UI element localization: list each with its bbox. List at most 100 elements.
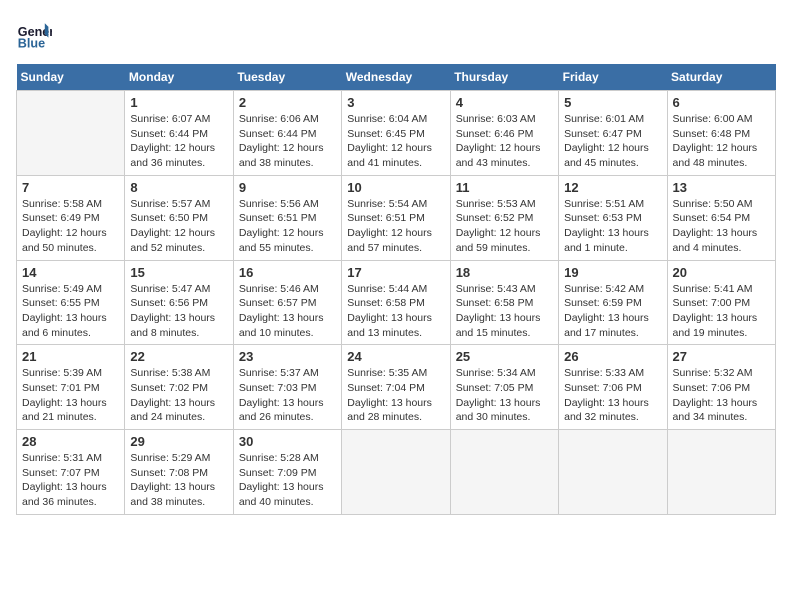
- day-number: 19: [564, 265, 661, 280]
- day-info: Sunrise: 5:53 AM Sunset: 6:52 PM Dayligh…: [456, 197, 553, 256]
- day-info: Sunrise: 5:32 AM Sunset: 7:06 PM Dayligh…: [673, 366, 770, 425]
- calendar-week-row: 14 Sunrise: 5:49 AM Sunset: 6:55 PM Dayli…: [17, 260, 776, 345]
- calendar-cell: 29Sunrise: 5:29 AM Sunset: 7:08 PM Dayli…: [125, 430, 233, 515]
- day-info: Sunrise: 5:54 AM Sunset: 6:51 PM Dayligh…: [347, 197, 444, 256]
- logo: General Blue: [16, 16, 52, 52]
- day-info: Sunrise: 5:51 AM Sunset: 6:53 PM Dayligh…: [564, 197, 661, 256]
- calendar-cell: 28 Sunrise: 5:31 AM Sunset: 7:07 PM Dayli…: [17, 430, 125, 515]
- calendar-cell: 25 Sunrise: 5:34 AM Sunset: 7:05 PM Dayli…: [450, 345, 558, 430]
- calendar-cell: 8Sunrise: 5:57 AM Sunset: 6:50 PM Daylig…: [125, 175, 233, 260]
- header-monday: Monday: [125, 64, 233, 91]
- calendar-cell: 27 Sunrise: 5:32 AM Sunset: 7:06 PM Dayli…: [667, 345, 775, 430]
- calendar-cell: 19 Sunrise: 5:42 AM Sunset: 6:59 PM Dayli…: [559, 260, 667, 345]
- day-number: 22: [130, 349, 227, 364]
- calendar-cell: 2Sunrise: 6:06 AM Sunset: 6:44 PM Daylig…: [233, 91, 341, 176]
- header-thursday: Thursday: [450, 64, 558, 91]
- day-info: Sunrise: 5:46 AM Sunset: 6:57 PM Dayligh…: [239, 282, 336, 341]
- header-saturday: Saturday: [667, 64, 775, 91]
- day-info: Sunrise: 5:49 AM Sunset: 6:55 PM Dayligh…: [22, 282, 119, 341]
- day-number: 17: [347, 265, 444, 280]
- day-info: Sunrise: 5:29 AM Sunset: 7:08 PM Dayligh…: [130, 451, 227, 510]
- calendar-cell: 13 Sunrise: 5:50 AM Sunset: 6:54 PM Dayli…: [667, 175, 775, 260]
- calendar-cell: 18 Sunrise: 5:43 AM Sunset: 6:58 PM Dayli…: [450, 260, 558, 345]
- day-info: Sunrise: 5:31 AM Sunset: 7:07 PM Dayligh…: [22, 451, 119, 510]
- day-info: Sunrise: 5:57 AM Sunset: 6:50 PM Dayligh…: [130, 197, 227, 256]
- day-number: 26: [564, 349, 661, 364]
- day-number: 10: [347, 180, 444, 195]
- day-info: Sunrise: 6:06 AM Sunset: 6:44 PM Dayligh…: [239, 112, 336, 171]
- day-number: 27: [673, 349, 770, 364]
- page-header: General Blue: [16, 16, 776, 52]
- calendar-week-row: 7Sunrise: 5:58 AM Sunset: 6:49 PM Daylig…: [17, 175, 776, 260]
- day-info: Sunrise: 5:47 AM Sunset: 6:56 PM Dayligh…: [130, 282, 227, 341]
- day-number: 5: [564, 95, 661, 110]
- day-info: Sunrise: 5:39 AM Sunset: 7:01 PM Dayligh…: [22, 366, 119, 425]
- calendar-cell: [17, 91, 125, 176]
- calendar-cell: 9 Sunrise: 5:56 AM Sunset: 6:51 PM Daylig…: [233, 175, 341, 260]
- day-number: 23: [239, 349, 336, 364]
- header-friday: Friday: [559, 64, 667, 91]
- day-number: 7: [22, 180, 119, 195]
- day-info: Sunrise: 5:44 AM Sunset: 6:58 PM Dayligh…: [347, 282, 444, 341]
- day-info: Sunrise: 5:37 AM Sunset: 7:03 PM Dayligh…: [239, 366, 336, 425]
- day-info: Sunrise: 6:04 AM Sunset: 6:45 PM Dayligh…: [347, 112, 444, 171]
- day-info: Sunrise: 6:00 AM Sunset: 6:48 PM Dayligh…: [673, 112, 770, 171]
- calendar-cell: 16 Sunrise: 5:46 AM Sunset: 6:57 PM Dayli…: [233, 260, 341, 345]
- calendar-cell: [450, 430, 558, 515]
- day-number: 1: [130, 95, 227, 110]
- calendar-cell: 20 Sunrise: 5:41 AM Sunset: 7:00 PM Dayli…: [667, 260, 775, 345]
- day-number: 18: [456, 265, 553, 280]
- calendar-cell: 10 Sunrise: 5:54 AM Sunset: 6:51 PM Dayli…: [342, 175, 450, 260]
- calendar-cell: 1 Sunrise: 6:07 AM Sunset: 6:44 PM Daylig…: [125, 91, 233, 176]
- calendar-week-row: 28 Sunrise: 5:31 AM Sunset: 7:07 PM Dayli…: [17, 430, 776, 515]
- day-number: 3: [347, 95, 444, 110]
- day-info: Sunrise: 5:33 AM Sunset: 7:06 PM Dayligh…: [564, 366, 661, 425]
- calendar-cell: 11 Sunrise: 5:53 AM Sunset: 6:52 PM Dayli…: [450, 175, 558, 260]
- calendar-cell: [667, 430, 775, 515]
- day-info: Sunrise: 5:34 AM Sunset: 7:05 PM Dayligh…: [456, 366, 553, 425]
- calendar-cell: 6 Sunrise: 6:00 AM Sunset: 6:48 PM Daylig…: [667, 91, 775, 176]
- calendar-week-row: 21 Sunrise: 5:39 AM Sunset: 7:01 PM Dayli…: [17, 345, 776, 430]
- day-number: 13: [673, 180, 770, 195]
- day-number: 21: [22, 349, 119, 364]
- calendar-cell: 24 Sunrise: 5:35 AM Sunset: 7:04 PM Dayli…: [342, 345, 450, 430]
- day-number: 11: [456, 180, 553, 195]
- day-number: 28: [22, 434, 119, 449]
- calendar-cell: 17 Sunrise: 5:44 AM Sunset: 6:58 PM Dayli…: [342, 260, 450, 345]
- day-number: 20: [673, 265, 770, 280]
- day-number: 25: [456, 349, 553, 364]
- day-number: 6: [673, 95, 770, 110]
- day-info: Sunrise: 5:41 AM Sunset: 7:00 PM Dayligh…: [673, 282, 770, 341]
- calendar-cell: 7Sunrise: 5:58 AM Sunset: 6:49 PM Daylig…: [17, 175, 125, 260]
- day-number: 16: [239, 265, 336, 280]
- calendar-cell: 26 Sunrise: 5:33 AM Sunset: 7:06 PM Dayli…: [559, 345, 667, 430]
- day-info: Sunrise: 5:35 AM Sunset: 7:04 PM Dayligh…: [347, 366, 444, 425]
- day-number: 24: [347, 349, 444, 364]
- day-info: Sunrise: 5:43 AM Sunset: 6:58 PM Dayligh…: [456, 282, 553, 341]
- day-info: Sunrise: 5:42 AM Sunset: 6:59 PM Dayligh…: [564, 282, 661, 341]
- logo-icon: General Blue: [16, 16, 52, 52]
- calendar-cell: 4 Sunrise: 6:03 AM Sunset: 6:46 PM Daylig…: [450, 91, 558, 176]
- day-info: Sunrise: 6:03 AM Sunset: 6:46 PM Dayligh…: [456, 112, 553, 171]
- day-number: 9: [239, 180, 336, 195]
- day-number: 14: [22, 265, 119, 280]
- day-number: 4: [456, 95, 553, 110]
- day-info: Sunrise: 5:56 AM Sunset: 6:51 PM Dayligh…: [239, 197, 336, 256]
- calendar-cell: [342, 430, 450, 515]
- calendar-cell: 21 Sunrise: 5:39 AM Sunset: 7:01 PM Dayli…: [17, 345, 125, 430]
- day-info: Sunrise: 5:38 AM Sunset: 7:02 PM Dayligh…: [130, 366, 227, 425]
- day-number: 30: [239, 434, 336, 449]
- calendar-cell: 23 Sunrise: 5:37 AM Sunset: 7:03 PM Dayli…: [233, 345, 341, 430]
- day-info: Sunrise: 5:28 AM Sunset: 7:09 PM Dayligh…: [239, 451, 336, 510]
- header-sunday: Sunday: [17, 64, 125, 91]
- calendar-cell: 30 Sunrise: 5:28 AM Sunset: 7:09 PM Dayli…: [233, 430, 341, 515]
- day-info: Sunrise: 6:07 AM Sunset: 6:44 PM Dayligh…: [130, 112, 227, 171]
- day-number: 12: [564, 180, 661, 195]
- header-tuesday: Tuesday: [233, 64, 341, 91]
- day-info: Sunrise: 6:01 AM Sunset: 6:47 PM Dayligh…: [564, 112, 661, 171]
- calendar-header-row: SundayMondayTuesdayWednesdayThursdayFrid…: [17, 64, 776, 91]
- calendar-cell: 5 Sunrise: 6:01 AM Sunset: 6:47 PM Daylig…: [559, 91, 667, 176]
- calendar-cell: 3 Sunrise: 6:04 AM Sunset: 6:45 PM Daylig…: [342, 91, 450, 176]
- calendar-cell: 14 Sunrise: 5:49 AM Sunset: 6:55 PM Dayli…: [17, 260, 125, 345]
- day-info: Sunrise: 5:50 AM Sunset: 6:54 PM Dayligh…: [673, 197, 770, 256]
